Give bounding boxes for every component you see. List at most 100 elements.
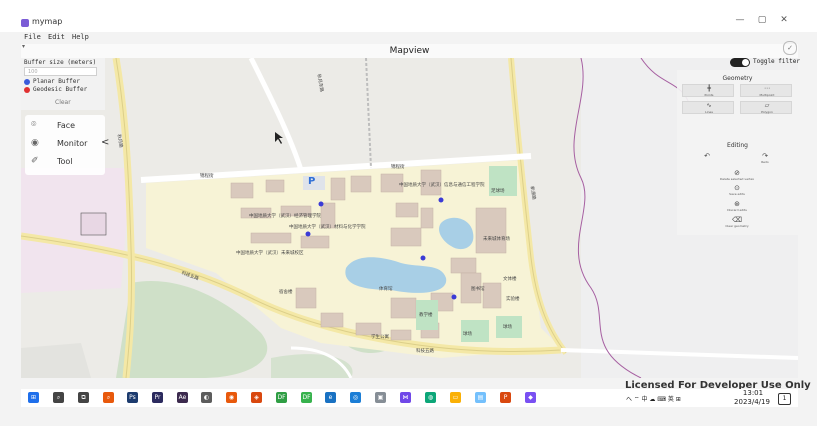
toggle-label: Toggle filter — [753, 58, 800, 65]
road-label: 锦程街 — [200, 174, 214, 179]
taskview-icon[interactable]: ⧉ — [78, 392, 89, 403]
poi-label: 未来城体育场 — [483, 237, 510, 242]
road-label: 科技五路 — [416, 349, 434, 354]
app5-icon[interactable]: ◎ — [350, 392, 361, 403]
trash-icon: ⌫ — [732, 216, 742, 224]
menu-help[interactable]: Help — [72, 33, 89, 41]
button-label: Multipoint — [759, 93, 775, 97]
poi-label: 体育馆 — [379, 287, 393, 292]
discard-icon: ⊛ — [734, 200, 740, 208]
discard-edits-button[interactable]: ⊛ Discard edits — [707, 200, 767, 212]
button-label: Points — [704, 93, 714, 97]
app4-icon[interactable]: DF — [301, 392, 312, 403]
save-edits-button[interactable]: ⊙ Save edits — [707, 184, 767, 196]
browser-icon[interactable]: ◍ — [425, 392, 436, 403]
planar-buffer-radio[interactable] — [24, 79, 30, 85]
delete-vertex-button[interactable]: ⊘ Delete selected vertex — [707, 169, 767, 181]
face-icon: ⌾ — [31, 120, 37, 130]
app-window: mymap — ▢ ✕ File Edit Help Mapview ▾ ✓ 锦… — [0, 0, 817, 426]
poi-label: 中国地质大学（武汉）经济管理学院 — [249, 214, 321, 219]
buffer-size-input[interactable]: 100 — [24, 67, 97, 76]
close-button[interactable]: ✕ — [777, 15, 791, 25]
check-icon[interactable]: ✓ — [783, 41, 797, 55]
poi-label: 实验楼 — [506, 297, 520, 302]
start-icon[interactable]: ⊞ — [28, 392, 39, 403]
redo-button[interactable]: ↷ Redo — [735, 152, 795, 164]
app6-icon[interactable]: ▣ — [375, 392, 386, 403]
button-label: Save edits — [729, 192, 745, 196]
app3-icon[interactable]: DF — [276, 392, 287, 403]
side-menu: ⌾ Face ◉ Monitor ✐ Tool — [25, 115, 105, 175]
point-tool-button[interactable]: ╋ Points — [682, 84, 734, 97]
buffer-size-label: Buffer size (meters) — [24, 59, 97, 66]
aftereffects-icon[interactable]: Ae — [177, 392, 188, 403]
button-label: Lines — [705, 110, 713, 114]
photoshop-icon[interactable]: Ps — [127, 392, 138, 403]
minimize-button[interactable]: — — [733, 15, 747, 25]
window-title: mymap — [32, 17, 63, 26]
clear-button[interactable]: Clear — [55, 99, 71, 106]
filter-toggle[interactable] — [730, 58, 750, 67]
clock-time[interactable]: 13:01 — [740, 389, 766, 397]
line-icon: ∿ — [706, 102, 712, 109]
mymap-icon[interactable]: ◆ — [525, 392, 536, 403]
app1-icon[interactable]: ◐ — [201, 392, 212, 403]
app7-icon[interactable]: ▤ — [475, 392, 486, 403]
app-icon — [21, 19, 29, 27]
button-label: Redo — [761, 160, 769, 164]
view-title: Mapview — [389, 46, 430, 56]
geodesic-buffer-label: Geodesic Buffer — [33, 86, 88, 93]
search-icon[interactable]: ⌕ — [53, 392, 64, 403]
clear-geometry-button[interactable]: ⌫ Clear geometry — [707, 216, 767, 228]
explorer-icon[interactable]: ▭ — [450, 392, 461, 403]
vs-icon[interactable]: ⋈ — [400, 392, 411, 403]
app2-icon[interactable]: ◈ — [251, 392, 262, 403]
poi-label: 文体楼 — [503, 277, 517, 282]
multipoint-tool-button[interactable]: ⋯ Multipoint — [740, 84, 792, 97]
blender-icon[interactable]: ◉ — [226, 392, 237, 403]
menu-item-tool[interactable]: ✐ Tool — [25, 153, 105, 171]
line-tool-button[interactable]: ∿ Lines — [682, 101, 734, 114]
poi-label: 中国地质大学（武汉）未来城校区 — [236, 251, 304, 256]
poi-label: 学生公寓 — [371, 335, 389, 340]
geometry-title: Geometry — [722, 75, 753, 82]
monitor-icon: ◉ — [31, 138, 39, 148]
polygon-tool-button[interactable]: ▱ Polygon — [740, 101, 792, 114]
parking-icon: P — [308, 176, 316, 187]
system-tray[interactable]: へ ⌔ 中 ☁ ⌨ 英 ⊞ — [626, 394, 681, 403]
poi-label: 宿舍楼 — [279, 290, 293, 295]
tool-icon: ✐ — [31, 156, 39, 166]
collapse-menu-icon[interactable]: < — [101, 137, 109, 148]
menu-item-face[interactable]: ⌾ Face — [25, 117, 105, 135]
district-area — [21, 168, 131, 293]
premiere-icon[interactable]: Pr — [152, 392, 163, 403]
undo-button[interactable]: ↶ — [677, 152, 737, 160]
taskbar: ⊞ ⌕ ⧉ ⌕ Ps Pr Ae ◐ ◉ ◈ DF DF e ◎ ▣ ⋈ ◍ ▭ ▤ P ◆ — [21, 389, 798, 407]
button-label: Discard edits — [727, 208, 747, 212]
undo-icon: ↶ — [704, 152, 710, 160]
geodesic-buffer-radio[interactable] — [24, 87, 30, 93]
planar-buffer-label: Planar Buffer — [33, 78, 80, 85]
geometry-panel: Geometry ╋ Points ⋯ Multipoint ∿ Lines ▱… — [677, 70, 798, 235]
menu-file[interactable]: File — [24, 33, 41, 41]
powerpoint-icon[interactable]: P — [500, 392, 511, 403]
poi-label: 图书馆 — [471, 287, 485, 292]
search-app-icon[interactable]: ⌕ — [103, 392, 114, 403]
poi-label: 教学楼 — [419, 313, 433, 318]
road-label: 锦程街 — [391, 165, 405, 170]
menu-item-label: Face — [57, 121, 76, 130]
poi-label: 球场 — [503, 325, 512, 330]
menu-item-monitor[interactable]: ◉ Monitor — [25, 135, 105, 153]
maximize-button[interactable]: ▢ — [755, 15, 769, 25]
notification-icon[interactable]: 1 — [778, 393, 791, 405]
poi-label: 中国地质大学（武汉）材料与化学学院 — [289, 225, 366, 230]
redo-icon: ↷ — [762, 152, 768, 160]
save-icon: ⊙ — [734, 184, 740, 192]
edge-icon[interactable]: e — [325, 392, 336, 403]
dropdown-arrow-icon[interactable]: ▾ — [22, 43, 25, 50]
menu-edit[interactable]: Edit — [48, 33, 65, 41]
title-bar: mymap — ▢ ✕ — [0, 0, 817, 32]
menu-bar: File Edit Help — [21, 32, 811, 44]
poi-label: 球场 — [463, 332, 472, 337]
clock-date[interactable]: 2023/4/19 — [731, 398, 773, 406]
